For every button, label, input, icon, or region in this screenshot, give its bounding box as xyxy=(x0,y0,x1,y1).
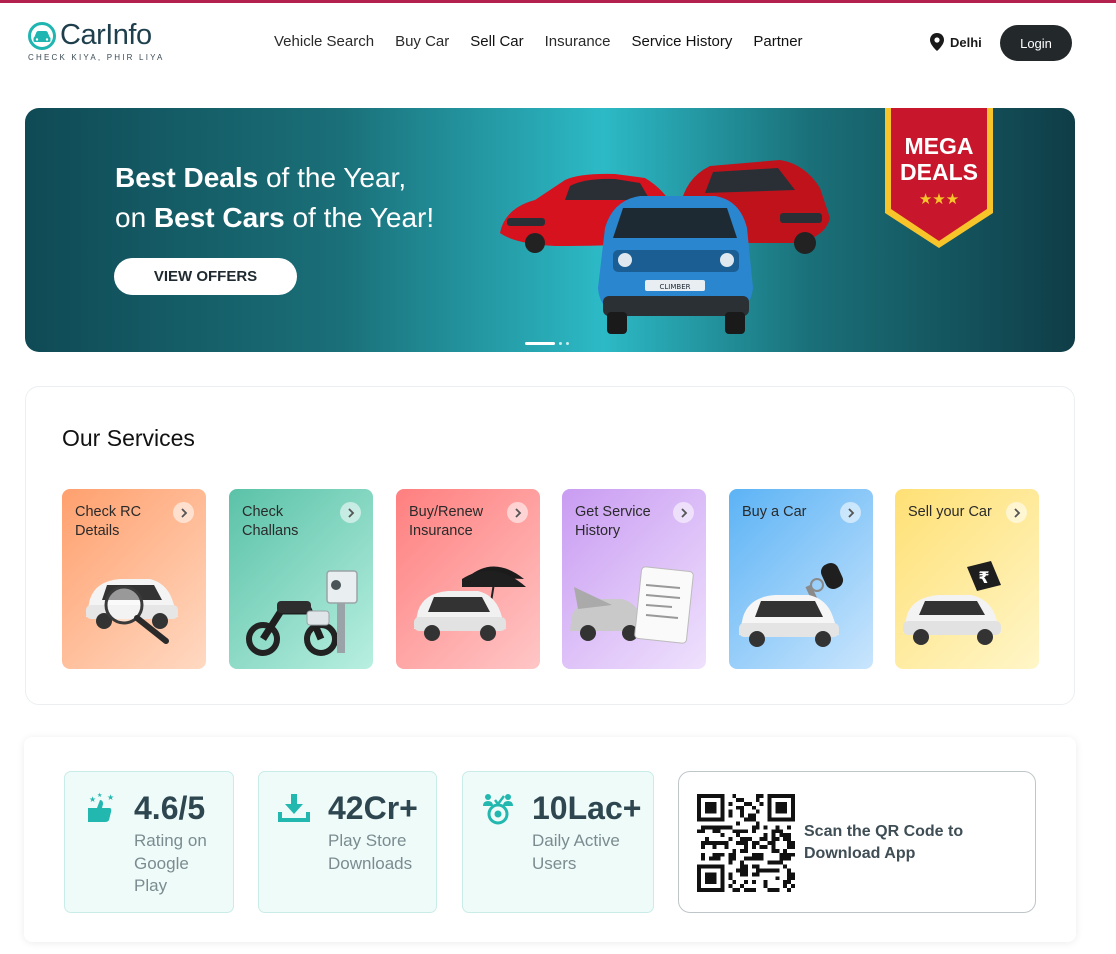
chevron-right-icon xyxy=(673,502,694,523)
card-label: Check RC Details xyxy=(75,504,142,539)
carousel-dots xyxy=(525,342,569,345)
banner-line2-pre: on xyxy=(115,202,154,233)
document-car-icon xyxy=(570,566,694,644)
stat-value: 10Lac+ xyxy=(532,790,642,826)
our-services-section: Our Services Check RC Details Check Chal… xyxy=(25,386,1075,705)
nav-sell-car[interactable]: Sell Car xyxy=(470,33,523,50)
svg-text:₹: ₹ xyxy=(978,568,989,587)
users-target-icon xyxy=(483,794,513,825)
qr-code-icon xyxy=(697,794,795,892)
service-card-challans[interactable]: Check Challans xyxy=(229,489,373,669)
card-label: Sell your Car xyxy=(908,504,992,520)
svg-text:★: ★ xyxy=(89,795,96,804)
chevron-right-icon xyxy=(1006,502,1027,523)
nav-service-history[interactable]: Service History xyxy=(632,33,733,50)
view-offers-button[interactable]: VIEW OFFERS xyxy=(114,258,297,295)
brand-name: CarInfo xyxy=(60,19,152,51)
card-label: Get Service History xyxy=(575,504,651,539)
qr-download-box[interactable]: Scan the QR Code to Download App xyxy=(678,771,1036,913)
stat-downloads: 42Cr+ Play Store Downloads xyxy=(258,771,437,913)
download-icon xyxy=(278,794,310,822)
stat-label: Rating on Google Play xyxy=(134,831,207,895)
stat-value: 42Cr+ xyxy=(328,790,418,826)
brand-tagline: CHECK KIYA, PHIR LIYA xyxy=(28,53,165,62)
carousel-dot-1[interactable] xyxy=(525,342,555,345)
svg-text:★★★: ★★★ xyxy=(919,190,959,208)
service-card-buy-car[interactable]: Buy a Car xyxy=(729,489,873,669)
header: CarInfo CHECK KIYA, PHIR LIYA Vehicle Se… xyxy=(0,3,1116,81)
magnifier-car-icon xyxy=(86,579,178,644)
carinfo-logo[interactable]: CarInfo CHECK KIYA, PHIR LIYA xyxy=(27,19,187,65)
stat-rating: ★ ★ ★ 4.6/5 Rating on Google Play xyxy=(64,771,234,913)
login-button[interactable]: Login xyxy=(1000,25,1072,61)
main-nav: Vehicle Search Buy Car Sell Car Insuranc… xyxy=(274,33,824,50)
banner-line1-rest: of the Year, xyxy=(258,162,407,193)
banner-cars-image: CLIMBER xyxy=(500,160,830,334)
stat-label: Play Store Downloads xyxy=(328,831,413,873)
carousel-dot-3[interactable] xyxy=(566,342,569,345)
price-tag-car-icon: ₹ xyxy=(903,561,1001,645)
traffic-camera-icon xyxy=(246,570,358,656)
plate-text: CLIMBER xyxy=(660,283,691,291)
banner-line2-bold: Best Cars xyxy=(153,202,285,233)
services-title: Our Services xyxy=(62,425,195,451)
car-key-icon xyxy=(739,563,844,647)
card-label: Buy/Renew Insurance xyxy=(409,504,484,539)
svg-text:★: ★ xyxy=(97,792,102,799)
chevron-right-icon xyxy=(173,502,194,523)
promo-banner[interactable]: Best Deals of the Year, on Best Cars of … xyxy=(25,108,1075,352)
location-selector[interactable]: Delhi xyxy=(930,33,982,51)
card-label: Check Challans xyxy=(242,504,299,539)
nav-buy-car[interactable]: Buy Car xyxy=(395,33,449,50)
location-label: Delhi xyxy=(950,34,982,50)
banner-line2-rest: of the Year! xyxy=(284,202,435,233)
carousel-dot-2[interactable] xyxy=(559,342,562,345)
banner-headline: Best Deals of the Year, on Best Cars of … xyxy=(115,158,434,238)
chevron-right-icon xyxy=(840,502,861,523)
service-card-service-history[interactable]: Get Service History xyxy=(562,489,706,669)
mega-deals-badge: MEGA DEALS ★★★ xyxy=(885,108,993,248)
service-card-rc-details[interactable]: Check RC Details xyxy=(62,489,206,669)
app-stats-section: ★ ★ ★ 4.6/5 Rating on Google Play 42Cr+ … xyxy=(24,737,1076,942)
service-card-insurance[interactable]: Buy/Renew Insurance xyxy=(396,489,540,669)
banner-line1-bold: Best Deals xyxy=(115,162,259,193)
car-logo-icon xyxy=(28,22,56,50)
qr-caption: Scan the QR Code to Download App xyxy=(804,823,964,862)
nav-partner[interactable]: Partner xyxy=(753,33,802,50)
card-label: Buy a Car xyxy=(742,504,807,520)
chevron-right-icon xyxy=(507,502,528,523)
stat-label: Daily Active Users xyxy=(532,831,620,873)
chevron-right-icon xyxy=(340,502,361,523)
map-pin-icon xyxy=(930,33,944,51)
svg-text:★: ★ xyxy=(107,793,114,802)
stat-active-users: 10Lac+ Daily Active Users xyxy=(462,771,654,913)
thumbs-up-stars-icon: ★ ★ ★ xyxy=(88,792,114,822)
umbrella-car-icon xyxy=(414,566,526,641)
nav-insurance[interactable]: Insurance xyxy=(545,33,611,50)
service-card-sell-car[interactable]: Sell your Car ₹ xyxy=(895,489,1039,669)
nav-vehicle-search[interactable]: Vehicle Search xyxy=(274,33,374,50)
badge-line1: MEGA xyxy=(905,133,974,159)
stat-value: 4.6/5 xyxy=(134,790,206,826)
badge-line2: DEALS xyxy=(900,159,978,185)
